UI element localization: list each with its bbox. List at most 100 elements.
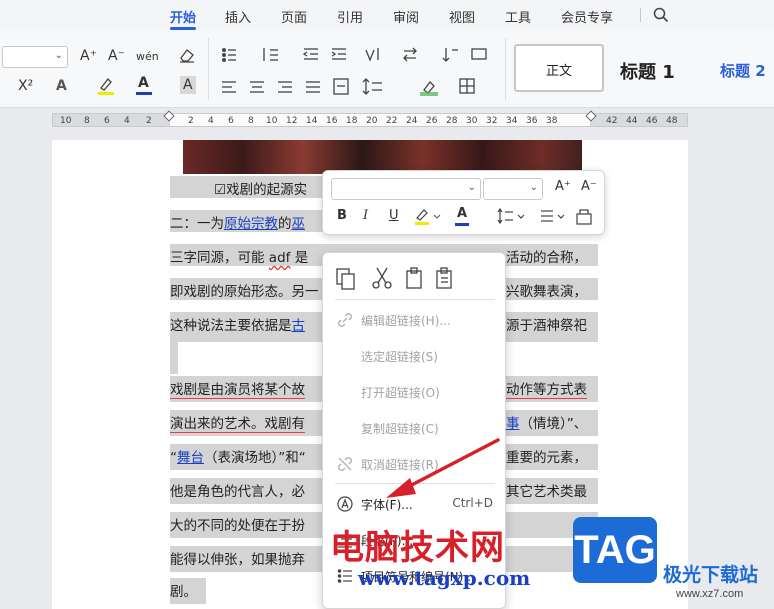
tab-review[interactable]: 审阅	[393, 7, 419, 26]
ruler-number: 12	[286, 116, 298, 126]
doc-line-12: 剧。	[170, 584, 197, 600]
paragraph-tools[interactable]	[220, 46, 500, 98]
doc-line-7-right: 事（情境）”、	[506, 416, 588, 432]
copy-icon	[336, 268, 355, 290]
menu-separator	[335, 299, 495, 300]
shrink-font-button[interactable]: A⁻	[108, 47, 125, 65]
tab-member[interactable]: 会员专享	[561, 7, 613, 26]
paste-icon	[406, 267, 422, 289]
text-effect-button[interactable]: A	[56, 77, 67, 95]
toolbar-separator	[505, 38, 506, 100]
menu-bar: 开始 插入 页面 引用 审阅 视图 工具 会员专享	[0, 0, 774, 30]
menu-item-open-hyperlink[interactable]: 打开超链接(O)	[323, 377, 507, 407]
ruler-number: 2	[188, 116, 194, 126]
mini-highlight-icon[interactable]	[413, 207, 443, 227]
tab-view[interactable]: 视图	[449, 7, 475, 26]
doc-line-4-right: 兴歌舞表演，	[506, 284, 587, 300]
style-heading-1[interactable]: 标题 1	[620, 58, 675, 84]
mini-font-size-select[interactable]: ⌄	[483, 178, 543, 200]
hyperlink[interactable]: 舞台	[177, 450, 204, 466]
clipboard-actions	[336, 267, 452, 290]
mini-font-name-select[interactable]: ⌄	[331, 178, 481, 200]
doc-line-3-right: 活动的合称，	[506, 250, 587, 266]
watermark-site-url: www.tagxp.com	[358, 566, 531, 590]
ruler-number: 44	[626, 116, 638, 126]
menu-divider	[640, 8, 641, 22]
watermark-site-name: 电脑技术网	[330, 528, 505, 568]
logo-text: 极光下载站	[663, 564, 759, 586]
hyperlink[interactable]: 古	[292, 318, 306, 334]
ruler-number: 18	[346, 116, 358, 126]
ruler-number: 36	[526, 116, 538, 126]
doc-line-9: 他是角色的代言人，必	[170, 484, 305, 500]
bold-button[interactable]: B	[337, 208, 347, 223]
chevron-down-icon: ⌄	[529, 182, 538, 193]
ruler-number: 16	[326, 116, 338, 126]
style-normal[interactable]: 正文	[514, 44, 604, 92]
ruler-number: 4	[124, 116, 130, 126]
document-image[interactable]	[183, 140, 582, 174]
ribbon-toolbar: ⌄ A⁺ A⁻ wén X² A A A 正文 标题 1 标题 2	[0, 30, 774, 108]
ruler-number: 8	[84, 116, 90, 126]
tab-references[interactable]: 引用	[337, 7, 363, 26]
horizontal-ruler[interactable]: 10 8 6 4 2 2 4 6 8 10 12 14 16 18 20 22 …	[0, 108, 774, 132]
highlight-icon[interactable]	[96, 76, 118, 96]
tab-home[interactable]: 开始	[170, 7, 196, 26]
mini-paragraph-tools[interactable]	[497, 207, 597, 227]
ruler-number: 8	[248, 116, 254, 126]
ruler-number: 10	[266, 116, 278, 126]
ruler-number: 4	[208, 116, 214, 126]
underline-button[interactable]: U	[389, 208, 399, 223]
doc-line-8: “舞台（表演场地）”和“	[170, 450, 306, 466]
tab-tools[interactable]: 工具	[505, 7, 531, 26]
style-normal-label: 正文	[545, 64, 572, 79]
tab-page[interactable]: 页面	[281, 7, 307, 26]
ruler-number: 28	[446, 116, 458, 126]
hyperlink[interactable]: 巫	[292, 216, 306, 232]
ruler-number: 2	[146, 116, 152, 126]
clear-format-icon[interactable]	[178, 47, 196, 63]
ruler-number: 46	[646, 116, 658, 126]
ruler-number: 20	[366, 116, 378, 126]
char-shading-button[interactable]: A	[180, 76, 196, 94]
bullets-icon	[337, 569, 352, 583]
doc-line-5-right: 源于酒神祭祀	[506, 318, 587, 334]
floating-format-toolbar: ⌄ ⌄ A⁺ A⁻ B I U A	[322, 170, 605, 235]
search-icon[interactable]	[652, 6, 670, 24]
mini-shrink-font-button[interactable]: A⁻	[581, 179, 597, 194]
tab-insert[interactable]: 插入	[225, 7, 251, 26]
ruler-number: 14	[306, 116, 318, 126]
ruler-number: 32	[486, 116, 498, 126]
grow-font-button[interactable]: A⁺	[80, 47, 97, 65]
ruler-number: 42	[606, 116, 618, 126]
doc-line-1: ☑戏剧的起源实	[214, 182, 308, 198]
ruler-number: 26	[426, 116, 438, 126]
font-size-select[interactable]: ⌄	[2, 46, 68, 68]
doc-line-7: 演出来的艺术。戏剧有	[170, 416, 305, 433]
font-color-button[interactable]: A	[138, 74, 149, 92]
doc-line-6-right: 动作等方式表	[506, 382, 587, 399]
chevron-down-icon: ⌄	[54, 50, 63, 61]
menu-item-edit-hyperlink[interactable]: 编辑超链接(H)...	[323, 305, 507, 335]
doc-line-9-right: 其它艺术类最	[506, 484, 587, 500]
ruler-number: 48	[666, 116, 678, 126]
doc-line-4: 即戏剧的原始形态。另一	[170, 284, 319, 300]
doc-line-5: 这种说法主要依据是古	[170, 318, 306, 334]
doc-line-8-right: 重要的元素，	[506, 450, 587, 466]
ruler-number: 6	[228, 116, 234, 126]
mini-font-color-button[interactable]: A	[457, 206, 467, 221]
doc-line-6: 戏剧是由演员将某个故	[170, 382, 305, 399]
doc-line-10: 大的不同的处便在于扮	[170, 518, 305, 534]
italic-button[interactable]: I	[363, 208, 368, 223]
doc-line-11: 能得以伸张，如果抛弃	[170, 552, 305, 568]
menu-item-select-hyperlink[interactable]: 选定超链接(S)	[323, 341, 507, 371]
hyperlink[interactable]: 原始宗教	[224, 216, 278, 232]
superscript-button[interactable]: X²	[18, 77, 33, 95]
mini-grow-font-button[interactable]: A⁺	[555, 179, 571, 194]
style-heading-2[interactable]: 标题 2	[720, 60, 766, 81]
selection-highlight	[170, 342, 178, 374]
mini-font-color-swatch	[455, 223, 469, 226]
ruler-number: 38	[546, 116, 558, 126]
cut-icon	[372, 267, 392, 289]
phonetic-guide-button[interactable]: wén	[136, 48, 159, 66]
